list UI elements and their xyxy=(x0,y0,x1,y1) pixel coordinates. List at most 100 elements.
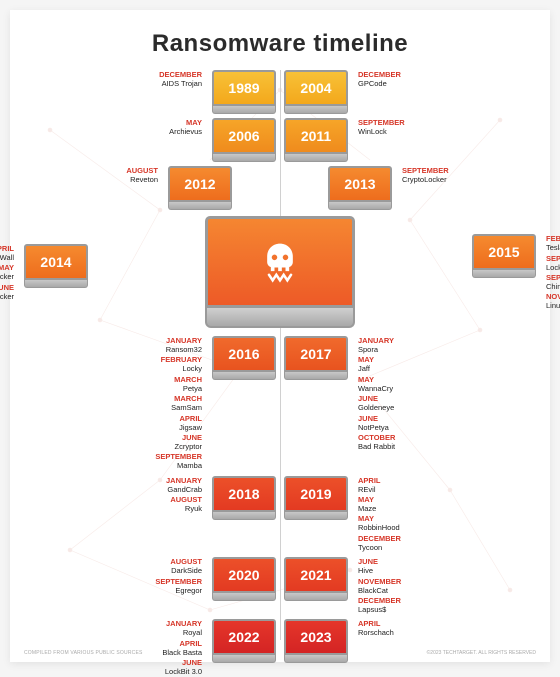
laptop-keyboard xyxy=(24,280,88,288)
event-name: REvil xyxy=(358,485,401,494)
events-1989: DECEMBERAIDS Trojan xyxy=(159,70,202,89)
event-month: DECEMBER xyxy=(358,596,401,605)
event-name: Petya xyxy=(155,384,202,393)
event-name: Reveton xyxy=(126,175,158,184)
year-label: 2017 xyxy=(284,336,348,372)
event-month: FEBRUARY xyxy=(546,234,560,243)
event-month: JUNE xyxy=(162,658,202,667)
laptop-keyboard xyxy=(284,593,348,601)
event-name: TeslaCrypt xyxy=(546,243,560,252)
event-name: Ransom32 xyxy=(155,345,202,354)
year-label: 2016 xyxy=(212,336,276,372)
event-name: Locky xyxy=(155,364,202,373)
event-month: MAY xyxy=(358,355,395,364)
year-label: 2021 xyxy=(284,557,348,593)
event-month: AUGUST xyxy=(126,166,158,175)
event-name: Rorschach xyxy=(358,628,394,637)
event-name: CryptoLocker xyxy=(402,175,449,184)
event-name: RobbinHood xyxy=(358,523,401,532)
event-month: NOVEMBER xyxy=(546,292,560,301)
laptop-2006: 2006 xyxy=(212,118,276,162)
event-month: MAY xyxy=(0,263,14,272)
infographic-canvas: Ransomware timeline DECEMBERAIDS Trojan1… xyxy=(10,10,550,662)
event-name: NotPetya xyxy=(358,423,395,432)
year-label: 2023 xyxy=(284,619,348,655)
event-name: WannaCry xyxy=(358,384,395,393)
event-name: Royal xyxy=(162,628,202,637)
event-name: Lapsus$ xyxy=(358,605,401,614)
laptop-2018: 2018 xyxy=(212,476,276,520)
event-name: Jigsaw xyxy=(155,423,202,432)
event-name: Black Basta xyxy=(162,648,202,657)
laptop-keyboard xyxy=(284,106,348,114)
laptop-2017: 2017 xyxy=(284,336,348,380)
event-month: MAY xyxy=(358,495,401,504)
event-name: DarkSide xyxy=(155,566,202,575)
laptop-2015: 2015 xyxy=(472,234,536,278)
year-label: 2015 xyxy=(472,234,536,270)
event-month: JANUARY xyxy=(162,619,202,628)
events-2011: SEPTEMBERWinLock xyxy=(358,118,405,137)
events-2013: SEPTEMBERCryptoLocker xyxy=(402,166,449,185)
events-2015: FEBRUARYTeslaCryptSEPTEMBERLockerPinSEPT… xyxy=(546,234,560,312)
event-name: GPCode xyxy=(358,79,401,88)
event-month: MARCH xyxy=(155,375,202,384)
event-name: Archievus xyxy=(169,127,202,136)
laptop-2020: 2020 xyxy=(212,557,276,601)
laptop-2022: 2022 xyxy=(212,619,276,663)
event-month: FEBRUARY xyxy=(155,355,202,364)
event-name: Ryuk xyxy=(166,504,202,513)
laptop-2014: 2014 xyxy=(24,244,88,288)
laptop-keyboard xyxy=(212,593,276,601)
year-label: 2018 xyxy=(212,476,276,512)
event-month: NOVEMBER xyxy=(358,577,401,586)
event-name: AIDS Trojan xyxy=(159,79,202,88)
event-month: APRIL xyxy=(358,476,401,485)
events-2012: AUGUSTReveton xyxy=(126,166,158,185)
laptop-keyboard xyxy=(284,154,348,162)
laptop-keyboard xyxy=(284,372,348,380)
laptop-keyboard xyxy=(168,202,232,210)
year-label: 2020 xyxy=(212,557,276,593)
laptop-2004: 2004 xyxy=(284,70,348,114)
event-name: Spora xyxy=(358,345,395,354)
laptop-keyboard xyxy=(328,202,392,210)
event-name: SimpleLocker xyxy=(0,292,14,301)
event-name: Zcryptor xyxy=(155,442,202,451)
year-label: 2004 xyxy=(284,70,348,106)
event-month: MAY xyxy=(358,514,401,523)
event-month: SEPTEMBER xyxy=(402,166,449,175)
event-month: DECEMBER xyxy=(358,534,401,543)
event-name: CTB-Locker xyxy=(0,272,14,281)
event-name: Egregor xyxy=(155,586,202,595)
event-name: Chimera xyxy=(546,282,560,291)
year-label: 2012 xyxy=(168,166,232,202)
laptop-keyboard xyxy=(212,512,276,520)
event-month: JANUARY xyxy=(358,336,395,345)
event-month: APRIL xyxy=(358,619,394,628)
event-name: CryptoWall xyxy=(0,253,14,262)
event-month: SEPTEMBER xyxy=(358,118,405,127)
event-month: MAY xyxy=(169,118,202,127)
events-2022: JANUARYRoyalAPRILBlack BastaJUNELockBit … xyxy=(162,619,202,677)
laptop-2016: 2016 xyxy=(212,336,276,380)
event-month: APRIL xyxy=(162,639,202,648)
event-month: DECEMBER xyxy=(358,70,401,79)
event-name: Mamba xyxy=(155,461,202,470)
event-month: AUGUST xyxy=(166,495,202,504)
laptop-2019: 2019 xyxy=(284,476,348,520)
events-2020: AUGUSTDarkSideSEPTEMBEREgregor xyxy=(155,557,202,596)
event-name: GandCrab xyxy=(166,485,202,494)
event-month: SEPTEMBER xyxy=(155,452,202,461)
event-name: LockerPin xyxy=(546,263,560,272)
laptop-2021: 2021 xyxy=(284,557,348,601)
event-month: SEPTEMBER xyxy=(546,254,560,263)
year-label: 2022 xyxy=(212,619,276,655)
laptop-keyboard xyxy=(212,655,276,663)
events-2023: APRILRorschach xyxy=(358,619,394,638)
events-2016: JANUARYRansom32FEBRUARYLockyMARCHPetyaMA… xyxy=(155,336,202,472)
year-label: 2013 xyxy=(328,166,392,202)
laptop-keyboard xyxy=(284,655,348,663)
year-label: 2014 xyxy=(24,244,88,280)
event-month: JANUARY xyxy=(166,476,202,485)
